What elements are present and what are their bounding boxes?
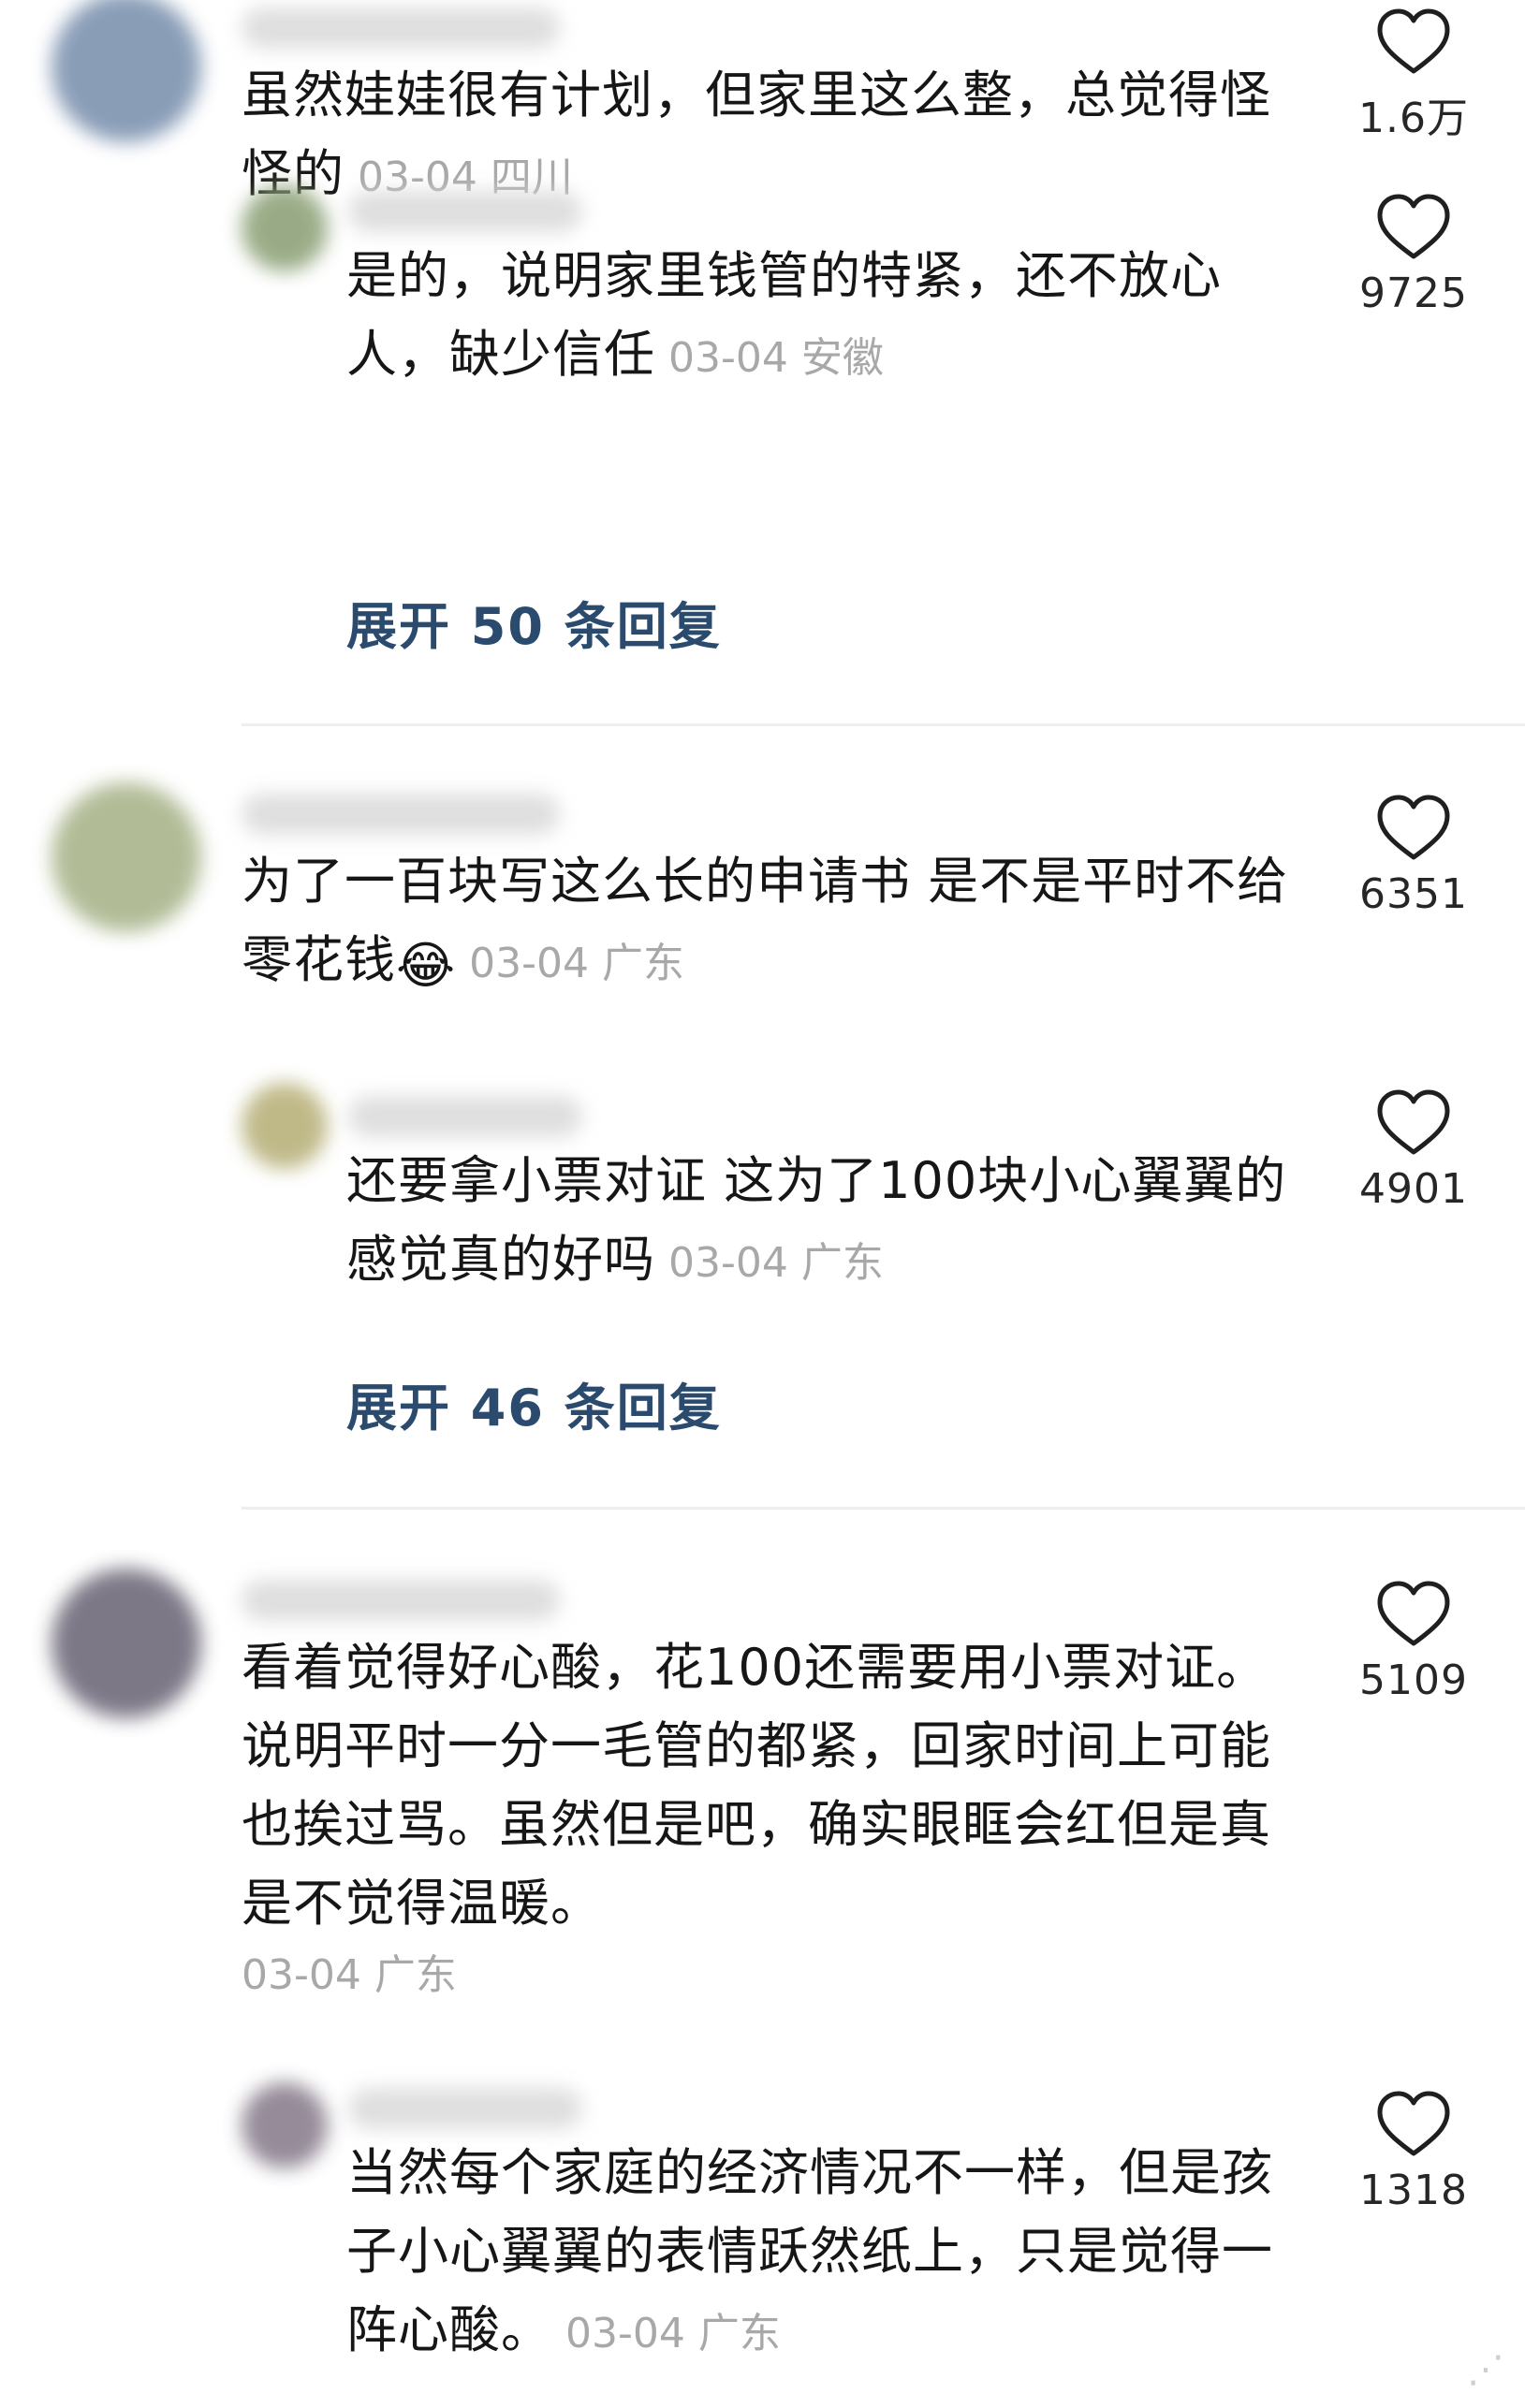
expand-replies-button[interactable]: 展开 46 条回复 [346, 1366, 722, 1440]
avatar[interactable] [242, 1083, 328, 1169]
like-count: 6351 [1359, 870, 1468, 918]
avatar[interactable] [51, 0, 201, 142]
reply-text: 还要拿小票对证 这为了100块小心翼翼的感觉真的好吗 03-04 广东 [346, 1142, 1301, 1303]
reply-meta: 03-04 广东 [565, 2310, 781, 2357]
username[interactable] [242, 794, 560, 835]
like-count: 1.6万 [1358, 95, 1469, 142]
divider [242, 723, 1525, 726]
avatar[interactable] [242, 185, 328, 271]
expand-replies-button[interactable]: 展开 50 条回复 [346, 585, 722, 659]
heart-outline-icon [1376, 794, 1451, 863]
like-count: 1318 [1359, 2167, 1468, 2214]
like-button[interactable]: 6351 [1325, 794, 1503, 918]
like-button[interactable]: 4901 [1325, 1088, 1503, 1213]
comment-text: 为了一百块写这么长的申请书 是不是平时不给零花钱😂 03-04 广东 [242, 842, 1299, 1005]
heart-outline-icon [1376, 7, 1451, 77]
like-button[interactable]: 1.6万 [1325, 7, 1503, 144]
comment-text: 看着觉得好心酸，花100还需要用小票对证。说明平时一分一毛管的都紧，回家时间上可… [242, 1628, 1299, 2008]
avatar[interactable] [51, 1569, 201, 1718]
reply-text: 当然每个家庭的经济情况不一样，但是孩子小心翼翼的表情跃然纸上，只是觉得一阵心酸。… [346, 2134, 1301, 2373]
username[interactable] [348, 191, 582, 232]
username[interactable] [348, 2088, 582, 2129]
comment-meta: 03-04 广东 [469, 940, 684, 987]
username[interactable] [348, 1096, 582, 1137]
reply-meta: 03-04 安徽 [668, 334, 884, 382]
heart-outline-icon [1376, 193, 1451, 262]
comment-body: 看着觉得好心酸，花100还需要用小票对证。说明平时一分一毛管的都紧，回家时间上可… [242, 1638, 1271, 1933]
username[interactable] [242, 1580, 560, 1621]
divider [242, 1507, 1525, 1510]
heart-outline-icon [1376, 2090, 1451, 2159]
reply-text: 是的，说明家里钱管的特紧，还不放心人，缺少信任 03-04 安徽 [346, 237, 1301, 398]
like-button[interactable]: 9725 [1325, 193, 1503, 317]
avatar[interactable] [51, 782, 201, 932]
laughing-crying-emoji-icon: 😂 [396, 936, 457, 995]
avatar[interactable] [242, 2082, 328, 2168]
dots-icon: ⋰ [1467, 2348, 1504, 2391]
reply-meta: 03-04 广东 [668, 1239, 884, 1287]
like-button[interactable]: 5109 [1325, 1580, 1503, 1704]
like-count: 9725 [1359, 270, 1468, 317]
username[interactable] [242, 7, 560, 49]
comment-meta: 03-04 广东 [242, 1951, 457, 1999]
heart-outline-icon [1376, 1580, 1451, 1649]
like-count: 5109 [1359, 1656, 1468, 1704]
heart-outline-icon [1376, 1088, 1451, 1158]
reply-body: 当然每个家庭的经济情况不一样，但是孩子小心翼翼的表情跃然纸上，只是觉得一阵心酸。 [346, 2143, 1273, 2359]
like-count: 4901 [1359, 1165, 1468, 1213]
like-button[interactable]: 1318 [1325, 2090, 1503, 2214]
